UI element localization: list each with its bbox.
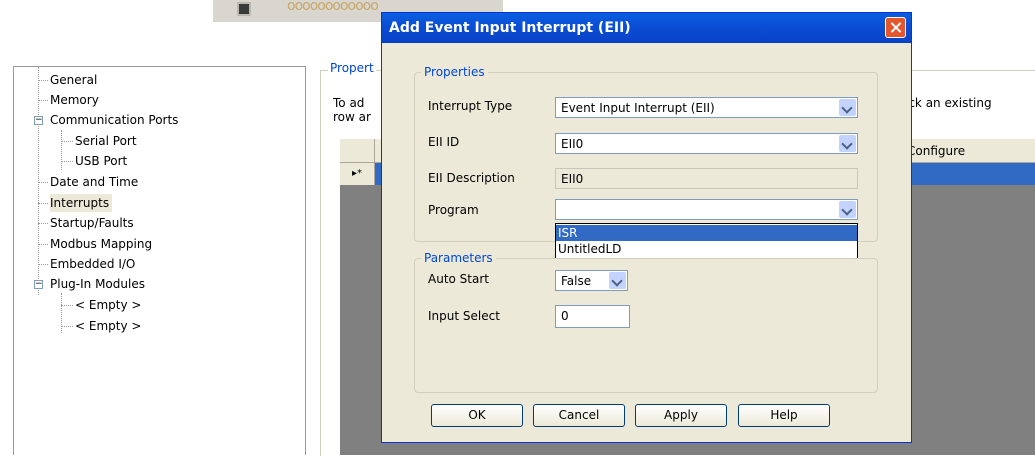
tree-item-general[interactable]: General: [50, 71, 97, 89]
add-eii-dialog: Add Event Input Interrupt (EII) Properti…: [381, 12, 912, 443]
tree-item-usb-port[interactable]: USB Port: [75, 152, 127, 170]
properties-group-legend: Properties: [421, 65, 488, 79]
program-dropdown-list[interactable]: ISR UntitledLD: [555, 223, 858, 259]
tree-item-plug-in-modules[interactable]: Plug-In Modules: [50, 275, 145, 293]
tree-item-interrupts[interactable]: Interrupts: [50, 194, 113, 212]
device-icon: [237, 2, 251, 16]
eii-id-select[interactable]: EII0: [555, 133, 858, 154]
tree-branch: [38, 264, 48, 265]
configuration-tree[interactable]: General Memory − Communication Ports Ser…: [13, 66, 306, 455]
tree-item-startup-faults[interactable]: Startup/Faults: [50, 214, 134, 232]
tree-branch: [61, 305, 73, 306]
chevron-down-icon[interactable]: [839, 99, 856, 116]
properties-legend: Propert: [328, 61, 376, 75]
program-select[interactable]: [555, 199, 858, 220]
close-icon[interactable]: [885, 17, 906, 38]
grid-header-configure[interactable]: Configure: [907, 144, 965, 158]
help-button[interactable]: Help: [738, 404, 830, 427]
dialog-title: Add Event Input Interrupt (EII): [389, 20, 631, 36]
program-label: Program: [428, 203, 479, 217]
tree-item-communication-ports[interactable]: Communication Ports: [50, 111, 178, 129]
eii-description-field: EII0: [555, 168, 858, 189]
tree-branch: [38, 182, 48, 183]
tree-guide-line: [38, 67, 39, 295]
tree-branch: [38, 80, 48, 81]
tree-item-modbus-mapping[interactable]: Modbus Mapping: [50, 235, 152, 253]
auto-start-label: Auto Start: [428, 272, 489, 286]
tree-branch: [38, 203, 48, 204]
interrupt-type-label: Interrupt Type: [428, 99, 513, 113]
eii-id-label: EII ID: [428, 135, 460, 149]
new-row-marker: ▸*: [340, 163, 375, 185]
program-option-isr[interactable]: ISR: [556, 225, 857, 241]
tree-item-date-and-time[interactable]: Date and Time: [50, 173, 138, 191]
auto-start-select[interactable]: False: [555, 270, 628, 291]
tree-item-embedded-io[interactable]: Embedded I/O: [50, 255, 135, 273]
tree-item-memory[interactable]: Memory: [50, 91, 99, 109]
chevron-down-icon[interactable]: [839, 201, 856, 218]
dialog-titlebar[interactable]: Add Event Input Interrupt (EII): [382, 13, 911, 43]
properties-instructions-line2: row ar: [333, 110, 371, 124]
properties-instructions-line1: To ad: [333, 96, 365, 110]
tree-branch: [61, 326, 73, 327]
tree-branch: [38, 223, 48, 224]
input-select-label: Input Select: [428, 309, 500, 323]
chevron-down-icon[interactable]: [839, 135, 856, 152]
chevron-down-icon[interactable]: [609, 272, 626, 289]
program-option-untitledld[interactable]: UntitledLD: [556, 241, 857, 257]
collapse-communication-ports-icon[interactable]: −: [34, 116, 43, 125]
apply-button[interactable]: Apply: [635, 404, 727, 427]
ok-button[interactable]: OK: [431, 404, 523, 427]
grid-header-rowhead: [340, 139, 375, 162]
tree-item-empty-slot-2[interactable]: < Empty >: [75, 317, 141, 335]
tree-item-serial-port[interactable]: Serial Port: [75, 132, 137, 150]
properties-instructions-right: ick an existing: [905, 96, 992, 110]
tree-item-empty-slot-1[interactable]: < Empty >: [75, 296, 141, 314]
tree-branch: [38, 100, 48, 101]
eii-description-label: EII Description: [428, 171, 515, 185]
parameters-group-legend: Parameters: [421, 251, 496, 265]
collapse-plug-in-modules-icon[interactable]: −: [34, 280, 43, 289]
tree-guide-line: [61, 293, 62, 333]
input-select-field[interactable]: 0: [555, 305, 630, 328]
interrupt-type-select[interactable]: Event Input Interrupt (EII): [555, 97, 858, 118]
tree-branch: [38, 244, 48, 245]
cancel-button[interactable]: Cancel: [533, 404, 625, 427]
tree-guide-line: [61, 130, 62, 170]
tree-branch: [61, 161, 73, 162]
tree-branch: [61, 141, 73, 142]
